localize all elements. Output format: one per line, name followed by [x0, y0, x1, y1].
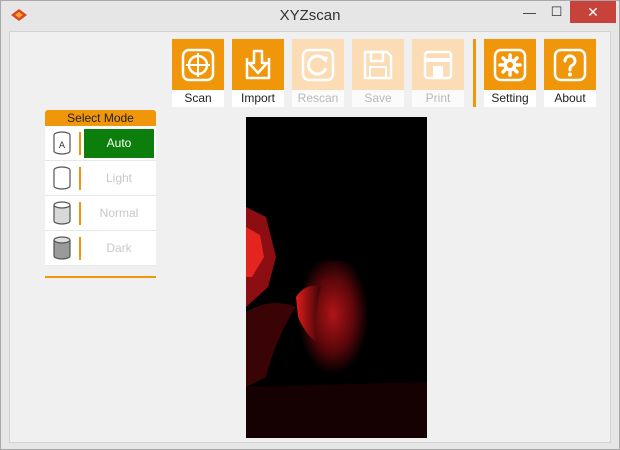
save-disk-icon [363, 50, 393, 79]
mode-light[interactable]: Light [45, 161, 156, 196]
save-button[interactable]: Save [352, 39, 404, 107]
close-button[interactable]: ✕ [570, 1, 616, 23]
about-button[interactable]: About [544, 39, 596, 107]
scan-preview-image [246, 117, 427, 438]
svg-text:A: A [59, 141, 66, 151]
main-client-area: Scan Import Rescan Save Print Setting Ab… [9, 31, 611, 443]
scan-label: Scan [172, 90, 224, 107]
mode-panel-underline [45, 276, 156, 278]
mode-normal-label[interactable]: Normal [84, 199, 154, 228]
mode-auto[interactable]: A Auto [45, 126, 156, 161]
cylinder-auto-icon: A [53, 131, 71, 155]
select-mode-panel: Select Mode A Auto Light Normal Dark [45, 110, 156, 280]
print-button[interactable]: Print [412, 39, 464, 107]
mode-normal[interactable]: Normal [45, 196, 156, 231]
app-window: XYZscan — ☐ ✕ Scan Import Rescan Save Pr… [0, 0, 620, 450]
import-arrow-icon [245, 49, 271, 79]
scan-target-icon [181, 48, 215, 81]
maximize-button[interactable]: ☐ [543, 1, 570, 23]
cylinder-normal-icon [53, 201, 71, 225]
rescan-button[interactable]: Rescan [292, 39, 344, 107]
cylinder-dark-icon [53, 236, 71, 260]
scan-preview[interactable] [246, 117, 427, 438]
import-button[interactable]: Import [232, 39, 284, 107]
toolbar-separator [473, 39, 476, 107]
select-mode-header: Select Mode [45, 110, 156, 126]
mode-auto-label[interactable]: Auto [84, 129, 154, 158]
mode-light-label[interactable]: Light [84, 164, 154, 193]
mode-dark-label[interactable]: Dark [84, 234, 154, 263]
save-label: Save [352, 90, 404, 107]
gear-icon [493, 48, 527, 81]
about-label: About [544, 90, 596, 107]
print-icon [423, 50, 453, 79]
setting-label: Setting [484, 90, 536, 107]
cylinder-light-icon [53, 166, 71, 190]
print-label: Print [412, 90, 464, 107]
rescan-icon [301, 48, 335, 81]
import-label: Import [232, 90, 284, 107]
mode-dark[interactable]: Dark [45, 231, 156, 266]
setting-button[interactable]: Setting [484, 39, 536, 107]
title-bar[interactable]: XYZscan — ☐ ✕ [1, 1, 619, 31]
minimize-button[interactable]: — [516, 1, 543, 23]
question-mark-icon [553, 48, 587, 81]
scan-button[interactable]: Scan [172, 39, 224, 107]
rescan-label: Rescan [292, 90, 344, 107]
